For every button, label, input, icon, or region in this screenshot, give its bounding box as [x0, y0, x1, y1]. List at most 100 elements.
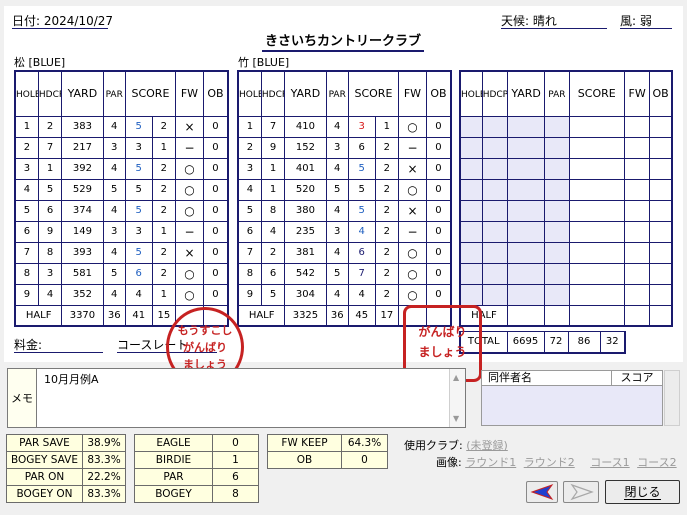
empty-cell[interactable]: [506, 115, 546, 138]
hdcp-cell[interactable]: 6: [260, 262, 286, 285]
empty-cell[interactable]: [568, 220, 626, 243]
club-link[interactable]: (未登録): [466, 439, 508, 452]
empty-cell[interactable]: [459, 220, 483, 243]
hole-cell[interactable]: 5: [14, 199, 39, 222]
yard-cell[interactable]: 149: [61, 220, 104, 243]
score-cell[interactable]: 5: [124, 178, 153, 201]
fw-cell[interactable]: ○: [175, 178, 204, 201]
companion-score-header[interactable]: スコア: [612, 371, 662, 386]
memo-scrollbar[interactable]: ▲ ▼: [449, 369, 465, 427]
empty-cell[interactable]: [506, 283, 546, 306]
score-cell[interactable]: 4: [347, 283, 376, 306]
ob-cell[interactable]: 0: [425, 157, 452, 180]
score-cell[interactable]: 5: [347, 157, 376, 180]
empty-cell[interactable]: [568, 262, 626, 285]
hole-cell[interactable]: 1: [14, 115, 39, 138]
empty-cell[interactable]: [506, 241, 546, 264]
image-link-course1[interactable]: コース1: [590, 456, 629, 469]
putts-cell[interactable]: 2: [374, 262, 400, 285]
empty-cell[interactable]: [544, 199, 570, 222]
hole-cell[interactable]: 6: [14, 220, 39, 243]
empty-cell[interactable]: [624, 283, 651, 306]
yard-cell[interactable]: 410: [284, 115, 327, 138]
ob-cell[interactable]: 0: [202, 115, 229, 138]
hdcp-cell[interactable]: 4: [260, 220, 286, 243]
par-cell[interactable]: 4: [325, 241, 349, 264]
fw-cell[interactable]: ○: [398, 115, 427, 138]
yard-cell[interactable]: 529: [61, 178, 104, 201]
companion-name-header[interactable]: 同伴者名: [482, 371, 612, 386]
empty-cell[interactable]: [568, 199, 626, 222]
ob-cell[interactable]: 0: [425, 220, 452, 243]
hole-cell[interactable]: 3: [14, 157, 39, 180]
yard-cell[interactable]: 235: [284, 220, 327, 243]
hole-cell[interactable]: 5: [237, 199, 262, 222]
hdcp-cell[interactable]: 9: [37, 220, 63, 243]
hdcp-cell[interactable]: 8: [260, 199, 286, 222]
empty-cell[interactable]: [459, 199, 483, 222]
image-link-round2[interactable]: ラウンド2: [524, 456, 575, 469]
empty-cell[interactable]: [459, 157, 483, 180]
yard-cell[interactable]: 374: [61, 199, 104, 222]
par-cell[interactable]: 4: [102, 199, 126, 222]
empty-cell[interactable]: [506, 178, 546, 201]
score-cell[interactable]: 5: [347, 178, 376, 201]
putts-cell[interactable]: 2: [374, 241, 400, 264]
empty-cell[interactable]: [568, 157, 626, 180]
hole-cell[interactable]: 2: [14, 136, 39, 159]
score-cell[interactable]: 3: [347, 115, 376, 138]
empty-cell[interactable]: [568, 178, 626, 201]
putts-cell[interactable]: 2: [374, 136, 400, 159]
score-cell[interactable]: 5: [124, 115, 153, 138]
image-link-course2[interactable]: コース2: [637, 456, 676, 469]
hdcp-cell[interactable]: 9: [260, 136, 286, 159]
close-button[interactable]: 閉じる: [605, 480, 680, 504]
empty-cell[interactable]: [459, 262, 483, 285]
yard-cell[interactable]: 381: [284, 241, 327, 264]
empty-cell[interactable]: [506, 136, 546, 159]
hole-cell[interactable]: 9: [237, 283, 262, 306]
companions-scrollbar[interactable]: [664, 370, 680, 426]
scroll-down-icon[interactable]: ▼: [453, 414, 459, 423]
fw-cell[interactable]: ○: [398, 241, 427, 264]
empty-cell[interactable]: [624, 220, 651, 243]
ob-cell[interactable]: 0: [425, 283, 452, 306]
putts-cell[interactable]: 2: [151, 178, 177, 201]
par-cell[interactable]: 3: [325, 136, 349, 159]
empty-cell[interactable]: [481, 220, 508, 243]
fw-cell[interactable]: ○: [398, 283, 427, 306]
par-cell[interactable]: 3: [102, 136, 126, 159]
empty-cell[interactable]: [649, 241, 673, 264]
yard-cell[interactable]: 352: [61, 283, 104, 306]
fw-cell[interactable]: −: [398, 220, 427, 243]
putts-cell[interactable]: 2: [151, 115, 177, 138]
empty-cell[interactable]: [481, 115, 508, 138]
ob-cell[interactable]: 0: [202, 241, 229, 264]
hdcp-cell[interactable]: 1: [37, 157, 63, 180]
empty-cell[interactable]: [506, 157, 546, 180]
putts-cell[interactable]: 2: [151, 157, 177, 180]
ob-cell[interactable]: 0: [425, 136, 452, 159]
putts-cell[interactable]: 2: [374, 199, 400, 222]
putts-cell[interactable]: 1: [151, 136, 177, 159]
putts-cell[interactable]: 2: [151, 199, 177, 222]
yard-cell[interactable]: 542: [284, 262, 327, 285]
fw-cell[interactable]: −: [175, 220, 204, 243]
empty-cell[interactable]: [649, 178, 673, 201]
empty-cell[interactable]: [568, 136, 626, 159]
yard-cell[interactable]: 217: [61, 136, 104, 159]
hole-cell[interactable]: 2: [237, 136, 262, 159]
putts-cell[interactable]: 2: [151, 262, 177, 285]
score-cell[interactable]: 5: [124, 157, 153, 180]
empty-cell[interactable]: [624, 178, 651, 201]
putts-cell[interactable]: 1: [374, 115, 400, 138]
score-cell[interactable]: 5: [124, 241, 153, 264]
yard-cell[interactable]: 401: [284, 157, 327, 180]
hole-cell[interactable]: 4: [14, 178, 39, 201]
empty-cell[interactable]: [481, 157, 508, 180]
ob-cell[interactable]: 0: [202, 178, 229, 201]
putts-cell[interactable]: 1: [151, 220, 177, 243]
par-cell[interactable]: 5: [325, 262, 349, 285]
score-cell[interactable]: 3: [124, 136, 153, 159]
fw-cell[interactable]: ○: [175, 157, 204, 180]
